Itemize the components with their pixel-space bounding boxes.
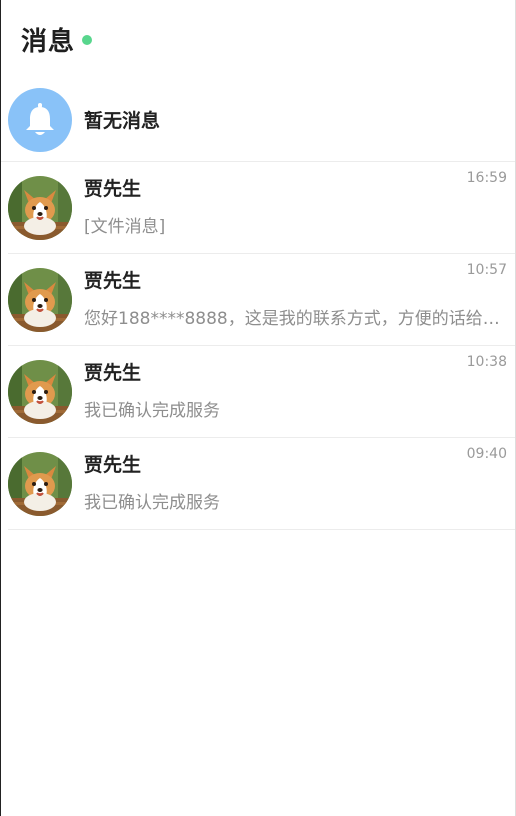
bell-icon (8, 87, 72, 152)
online-status-dot (82, 35, 93, 45)
conversation-item[interactable]: 贾先生 10:57 您好188****8888，这是我的联系方式，方便的话给我回… (1, 254, 515, 346)
conversation-item[interactable]: 贾先生 16:59 [文件消息] (1, 162, 515, 254)
message-time: 10:57 (466, 261, 507, 278)
corgi-dog-avatar (8, 176, 72, 240)
conversation-body: 贾先生 16:59 [文件消息] (84, 170, 515, 237)
conversation-item[interactable]: 贾先生 09:40 我已确认完成服务 (1, 438, 515, 530)
conversation-body: 贾先生 10:57 您好188****8888，这是我的联系方式，方便的话给我回… (84, 262, 515, 329)
corgi-dog-avatar (8, 268, 72, 332)
conversation-item[interactable]: 贾先生 10:38 我已确认完成服务 (1, 346, 515, 438)
page-title: 消息 (21, 26, 76, 57)
contact-name: 贾先生 (84, 177, 142, 200)
message-preview: 我已确认完成服务 (84, 400, 220, 421)
message-preview: 我已确认完成服务 (84, 492, 220, 513)
contact-name: 贾先生 (84, 269, 142, 292)
contact-name: 贾先生 (84, 453, 142, 476)
contact-name: 贾先生 (84, 361, 142, 384)
message-time: 10:38 (466, 353, 507, 370)
page-header: 消息 (1, 0, 515, 78)
message-preview: [文件消息] (84, 216, 166, 237)
conversation-list: 贾先生 16:59 [文件消息] 贾先生 10:57 您好188****8888… (1, 162, 515, 530)
message-time: 16:59 (466, 169, 507, 186)
conversation-body: 贾先生 10:38 我已确认完成服务 (84, 354, 515, 421)
message-time: 09:40 (466, 445, 507, 462)
conversation-body: 贾先生 09:40 我已确认完成服务 (84, 446, 515, 513)
messages-screen: 消息 暂无消息 贾先生 16:59 [文件消息] 贾先生 10:57 您好188… (0, 0, 516, 816)
message-preview: 您好188****8888，这是我的联系方式，方便的话给我回个电话 (84, 308, 507, 329)
notice-text: 暂无消息 (84, 110, 161, 132)
corgi-dog-avatar (8, 452, 72, 516)
corgi-dog-avatar (8, 360, 72, 424)
system-notice-row[interactable]: 暂无消息 (1, 78, 515, 162)
